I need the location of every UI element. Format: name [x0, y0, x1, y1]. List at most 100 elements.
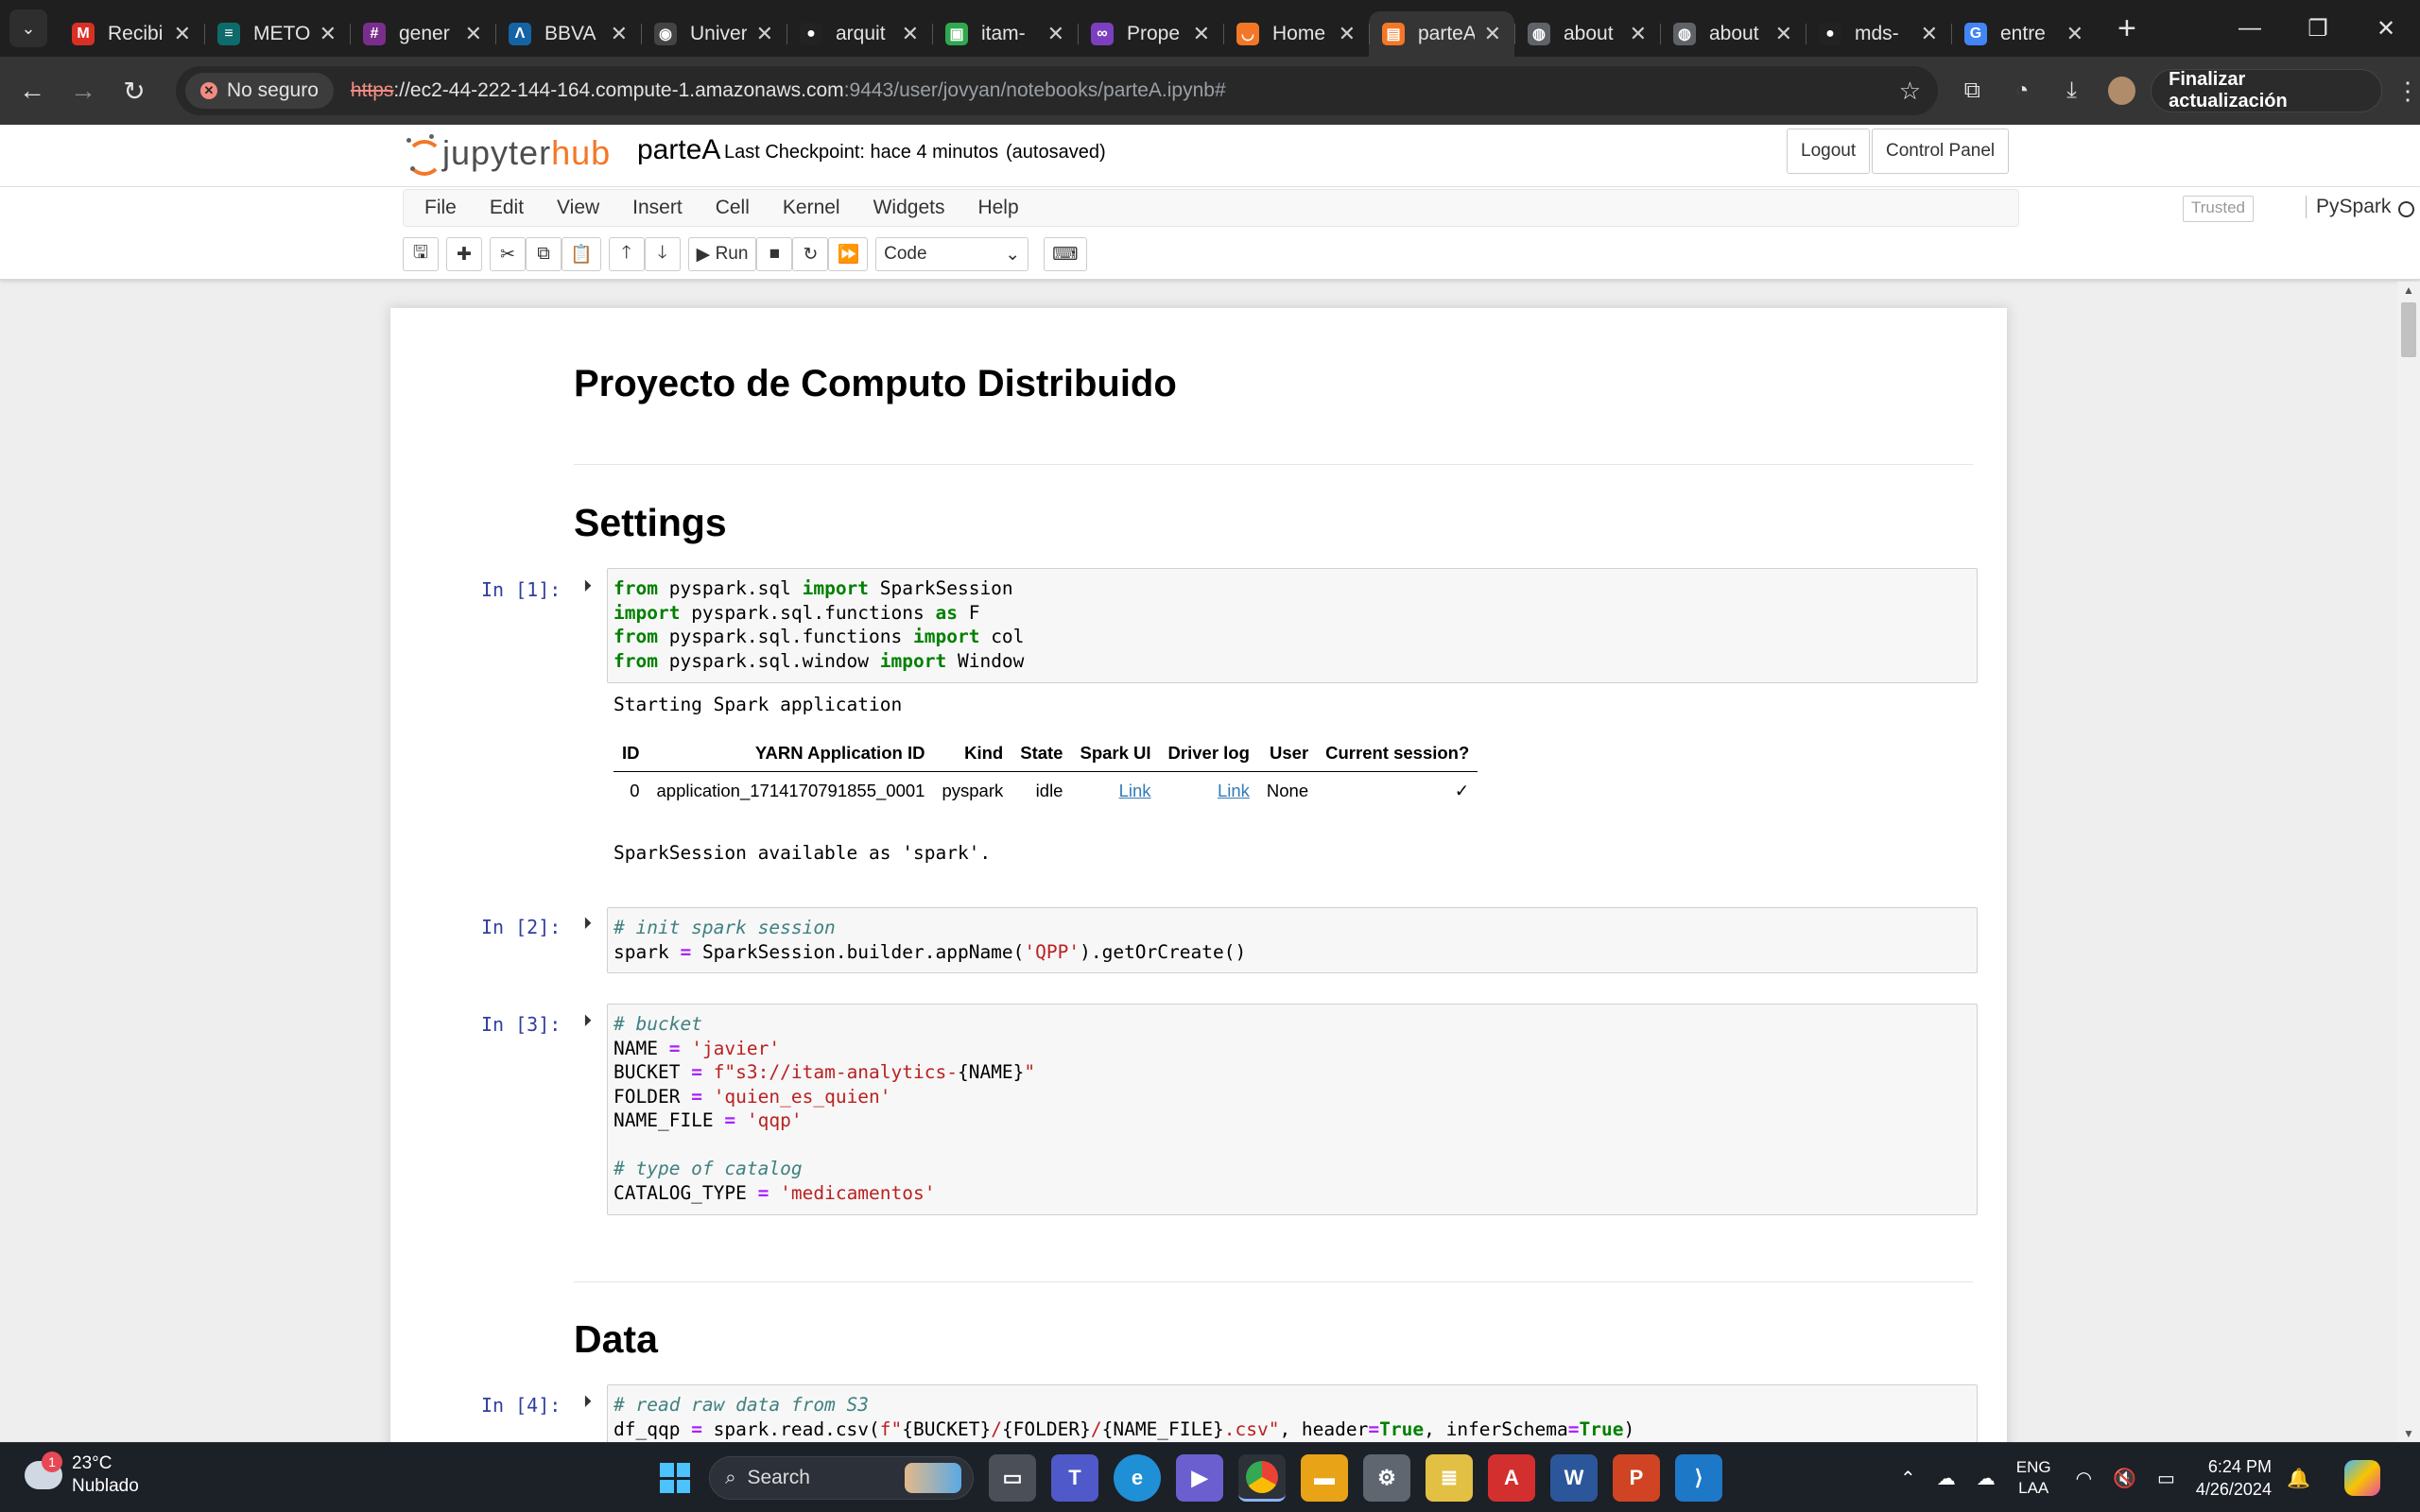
interrupt-button[interactable]: ■: [756, 237, 793, 271]
close-tab-icon[interactable]: ✕: [611, 22, 628, 46]
windows-start-icon[interactable]: [654, 1457, 696, 1499]
close-tab-icon[interactable]: ✕: [902, 22, 919, 46]
spark-ui-link[interactable]: Link: [1119, 781, 1151, 800]
performance-icon[interactable]: ◔: [1997, 77, 2048, 104]
run-cell-icon[interactable]: ⏵: [583, 914, 592, 934]
download-icon[interactable]: ⤓: [2047, 77, 2097, 104]
file-explorer-icon[interactable]: ▬: [1301, 1454, 1348, 1502]
tab-search-button[interactable]: ⌄: [9, 9, 47, 47]
code-cell-1[interactable]: from pyspark.sql import SparkSession imp…: [607, 568, 1978, 683]
browser-tab[interactable]: ◉ Univer ✕: [641, 11, 786, 57]
browser-tab[interactable]: Gentre ✕: [1951, 11, 2097, 57]
chrome-icon[interactable]: [1238, 1454, 1286, 1502]
close-tab-icon[interactable]: ✕: [1484, 22, 1501, 46]
save-button[interactable]: 🖫: [403, 237, 439, 271]
close-tab-icon[interactable]: ✕: [756, 22, 773, 46]
browser-tab[interactable]: ◡ Home ✕: [1223, 11, 1369, 57]
close-tab-icon[interactable]: ✕: [1339, 22, 1356, 46]
kernel-name[interactable]: PySpark: [2306, 196, 2391, 218]
browser-tab[interactable]: ∞ Prope ✕: [1078, 11, 1223, 57]
taskbar-search[interactable]: ⌕ Search: [709, 1456, 974, 1500]
trusted-indicator[interactable]: Trusted: [2183, 196, 2255, 222]
copy-button[interactable]: ⧉: [526, 237, 562, 271]
volume-muted-icon[interactable]: 🔇: [2113, 1467, 2136, 1490]
driver-log-link[interactable]: Link: [1218, 781, 1250, 800]
page-scrollbar[interactable]: ▲ ▼: [2397, 282, 2420, 1442]
browser-tab[interactable]: ● mds- ✕: [1806, 11, 1951, 57]
menu-help[interactable]: Help: [977, 197, 1018, 219]
menu-kernel[interactable]: Kernel: [783, 197, 840, 219]
menu-file[interactable]: File: [424, 197, 457, 219]
notification-bell-icon[interactable]: 🔔: [2287, 1467, 2310, 1490]
edge-icon[interactable]: e: [1114, 1454, 1161, 1502]
restore-button[interactable]: ❐: [2284, 15, 2352, 43]
profile-avatar[interactable]: [2107, 77, 2136, 105]
language-indicator[interactable]: ENG LAA: [2016, 1457, 2051, 1499]
new-tab-button[interactable]: +: [2118, 10, 2136, 47]
restart-run-all-button[interactable]: ⏩: [828, 237, 869, 271]
acrobat-icon[interactable]: A: [1488, 1454, 1535, 1502]
scroll-up-icon[interactable]: ▲: [2403, 284, 2414, 297]
run-button[interactable]: ▶ Run: [687, 237, 757, 271]
teams-icon[interactable]: T: [1051, 1454, 1098, 1502]
browser-tab[interactable]: # gener ✕: [350, 11, 495, 57]
close-tab-icon[interactable]: ✕: [1193, 22, 1210, 46]
powerpoint-icon[interactable]: P: [1613, 1454, 1660, 1502]
battery-icon[interactable]: ▭: [2157, 1467, 2175, 1490]
url-text[interactable]: https://ec2-44-222-144-164.compute-1.ama…: [351, 79, 1226, 102]
menu-cell[interactable]: Cell: [716, 197, 750, 219]
copilot-app-icon[interactable]: ▶: [1176, 1454, 1223, 1502]
scroll-down-icon[interactable]: ▼: [2403, 1427, 2414, 1440]
reload-button[interactable]: ↻: [115, 72, 153, 110]
wifi-icon[interactable]: ◠: [2076, 1467, 2092, 1490]
cut-button[interactable]: ✂: [490, 237, 526, 271]
menu-insert[interactable]: Insert: [632, 197, 683, 219]
code-cell-3[interactable]: # bucket NAME = 'javier' BUCKET = f"s3:/…: [607, 1004, 1978, 1215]
security-chip[interactable]: ✕ No seguro: [185, 73, 334, 109]
close-tab-icon[interactable]: ✕: [465, 22, 482, 46]
browser-tab[interactable]: ▣ itam- ✕: [932, 11, 1078, 57]
close-tab-icon[interactable]: ✕: [1775, 22, 1792, 46]
clock[interactable]: 6:24 PM 4/26/2024: [2196, 1455, 2272, 1501]
jupyterhub-logo[interactable]: jupyter hub: [405, 132, 611, 176]
insert-cell-button[interactable]: ✚: [446, 237, 482, 271]
run-cell-icon[interactable]: ⏵: [583, 576, 592, 596]
notebook-name[interactable]: parteA: [637, 134, 720, 166]
show-hidden-icons[interactable]: ⌃: [1900, 1467, 1916, 1490]
update-button[interactable]: Finalizar actualización: [2151, 69, 2382, 112]
extensions-icon[interactable]: ⧉: [1947, 77, 1997, 104]
task-view-icon[interactable]: ▭: [989, 1454, 1036, 1502]
close-tab-icon[interactable]: ✕: [1047, 22, 1064, 46]
scrollbar-thumb[interactable]: [2401, 302, 2416, 357]
address-bar[interactable]: ✕ No seguro https://ec2-44-222-144-164.c…: [176, 66, 1938, 115]
close-tab-icon[interactable]: ✕: [174, 22, 191, 46]
close-tab-icon[interactable]: ✕: [320, 22, 337, 46]
browser-tab[interactable]: ◍ about ✕: [1660, 11, 1806, 57]
browser-tab[interactable]: ◍ about ✕: [1514, 11, 1660, 57]
move-up-button[interactable]: 🡑: [608, 237, 645, 271]
vscode-icon[interactable]: ⟩: [1675, 1454, 1722, 1502]
code-cell-2[interactable]: # init spark session spark = SparkSessio…: [607, 907, 1978, 973]
logout-button[interactable]: Logout: [1787, 129, 1871, 174]
cell-type-select[interactable]: Code ⌄: [875, 237, 1029, 271]
browser-tab[interactable]: ● arquit ✕: [786, 11, 932, 57]
onedrive-icon[interactable]: ☁: [1977, 1467, 1996, 1490]
run-cell-icon[interactable]: ⏵: [583, 1392, 592, 1412]
move-down-button[interactable]: 🡓: [644, 237, 681, 271]
keyboard-shortcuts-button[interactable]: ⌨: [1044, 237, 1087, 271]
menu-edit[interactable]: Edit: [490, 197, 524, 219]
paste-button[interactable]: 📋: [562, 237, 601, 271]
close-window-button[interactable]: ✕: [2352, 15, 2420, 43]
run-cell-icon[interactable]: ⏵: [583, 1011, 592, 1031]
weather-widget[interactable]: 1 23°C Nublado: [25, 1452, 139, 1498]
copilot-icon[interactable]: [2343, 1460, 2380, 1496]
restart-button[interactable]: ↻: [792, 237, 829, 271]
forward-button[interactable]: →: [64, 72, 102, 110]
menu-view[interactable]: View: [557, 197, 599, 219]
close-tab-icon[interactable]: ✕: [2066, 22, 2083, 46]
onedrive-error-icon[interactable]: ☁: [1937, 1467, 1956, 1490]
browser-tab[interactable]: ≡ METO ✕: [204, 11, 350, 57]
settings-icon[interactable]: ⚙: [1363, 1454, 1410, 1502]
browser-tab[interactable]: Λ BBVA ✕: [495, 11, 641, 57]
browser-tab[interactable]: M Recibi ✕: [59, 11, 204, 57]
